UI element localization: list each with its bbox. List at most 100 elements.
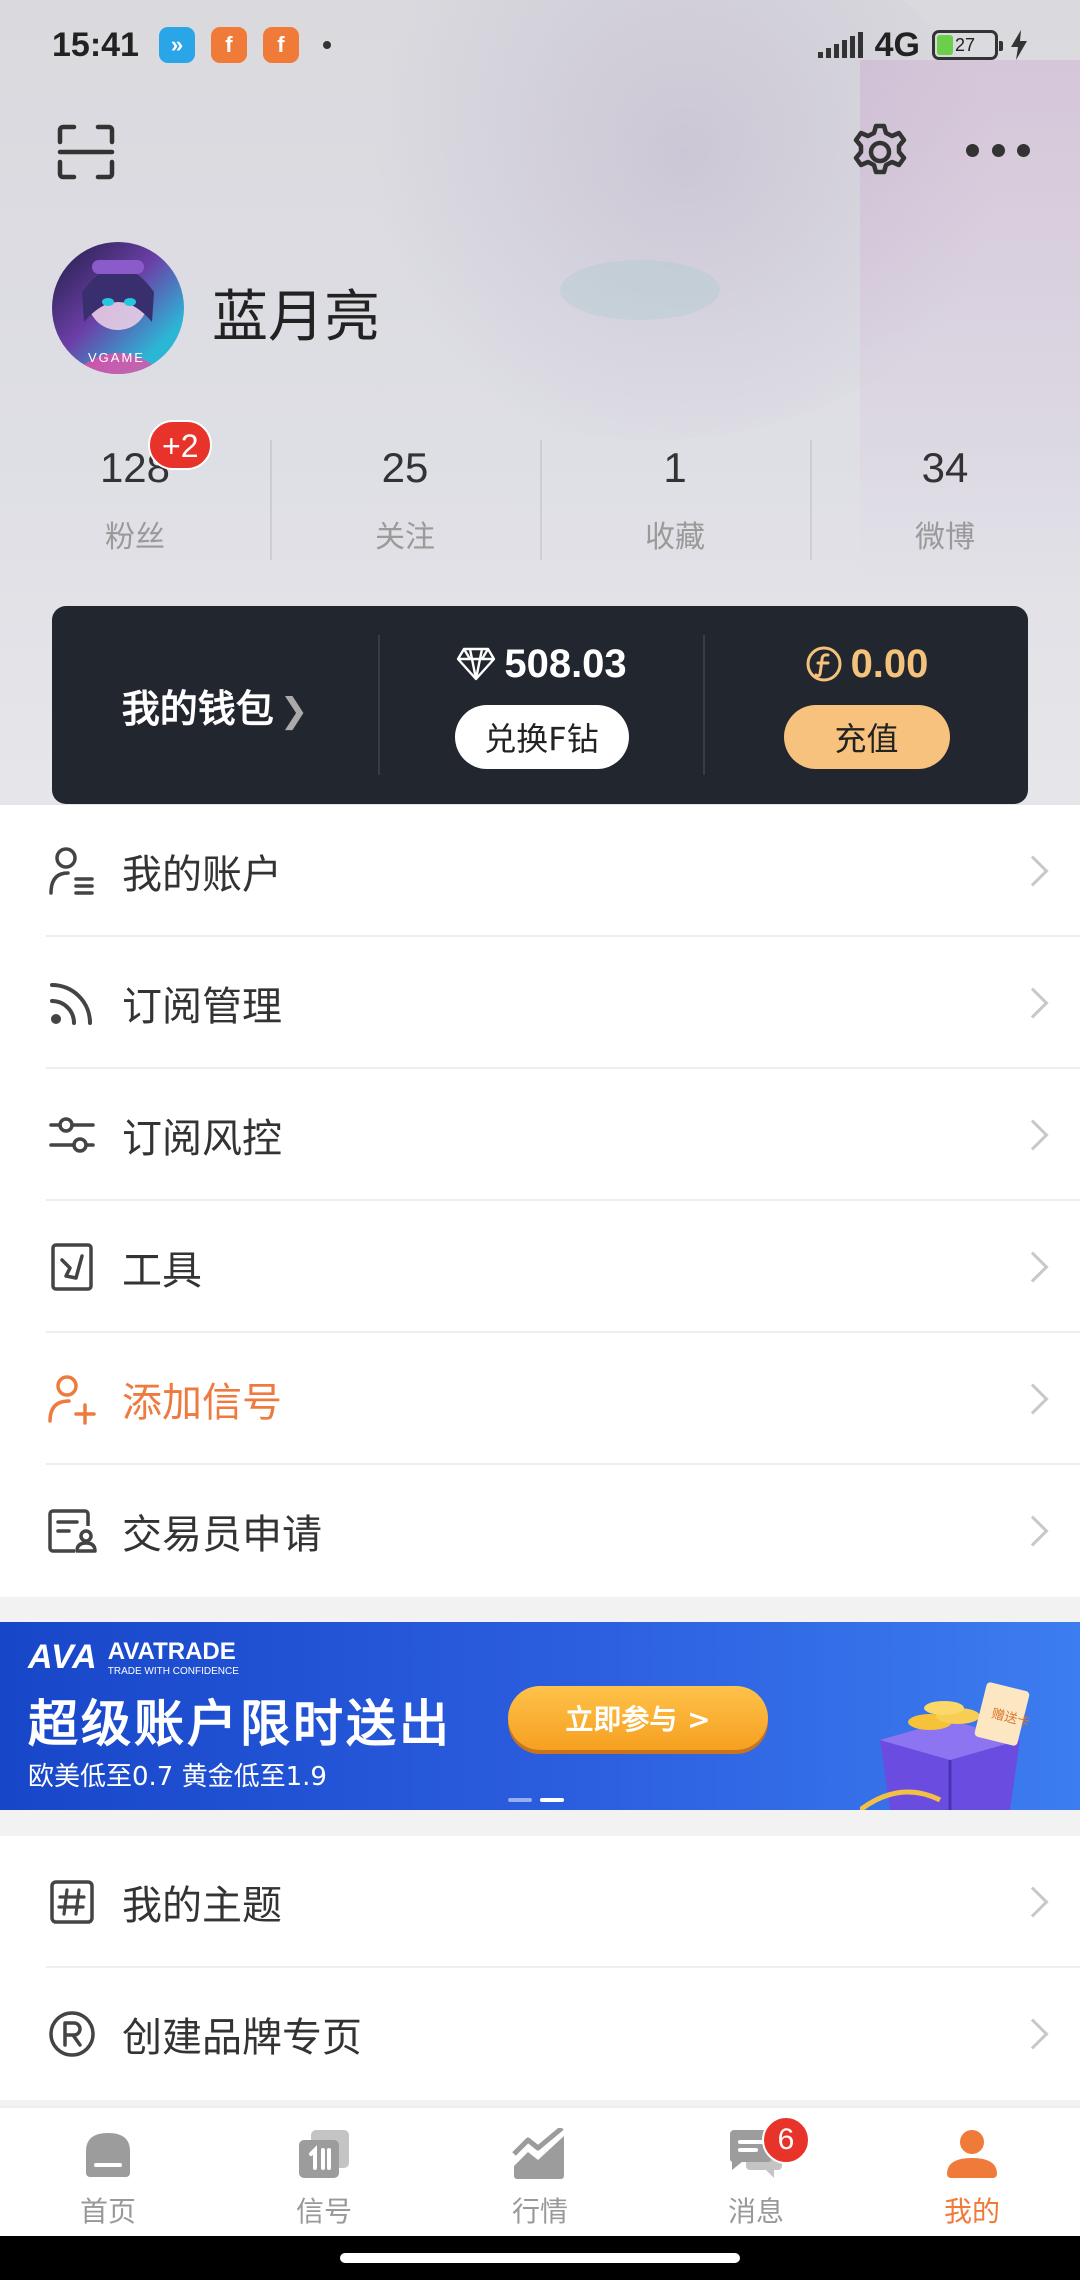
tab-me[interactable]: 我的: [864, 2108, 1080, 2236]
tab-messages[interactable]: 消息 6: [648, 2108, 864, 2236]
menu-label: 创建品牌专页: [122, 2015, 362, 2061]
tab-label: 行情: [511, 2195, 568, 2228]
coin-balance-section: 0.00 充值: [705, 606, 1028, 804]
more-icon[interactable]: [966, 144, 1030, 160]
menu-item-tools[interactable]: 工具: [0, 1201, 1080, 1333]
tab-home[interactable]: 首页: [0, 2108, 216, 2236]
menu-label: 交易员申请: [122, 1512, 322, 1558]
signal-icon: [294, 2126, 354, 2182]
stat-following[interactable]: 25 关注: [270, 430, 540, 570]
battery-level: 27: [954, 34, 976, 55]
trader-apply-icon: [46, 1505, 98, 1557]
charging-icon: [1011, 30, 1027, 60]
menu-item-create-brand-page[interactable]: 创建品牌专页: [0, 1968, 1080, 2100]
menu-item-subscription-risk-control[interactable]: 订阅风控: [0, 1069, 1080, 1201]
chevron-right-icon: [1017, 1251, 1049, 1283]
profile-page: 15:41 » f f 4G 27 VGAME 蓝月亮 128 粉丝 +2 25…: [0, 0, 1080, 2280]
chevron-right-icon: [1017, 1119, 1049, 1151]
menu-list-primary: 我的账户 订阅管理 订阅风控 工具 添加信号 交易员申请: [0, 805, 1080, 1597]
sliders-icon: [46, 1109, 98, 1161]
diamond-balance-section: 508.03 兑换F钻: [380, 606, 703, 804]
tab-label: 消息: [727, 2195, 784, 2228]
chevron-right-icon: [1017, 1515, 1049, 1547]
menu-label: 我的账户: [122, 852, 282, 898]
tab-label: 信号: [295, 2195, 352, 2228]
gift-box-icon: 赠送卡: [860, 1682, 1031, 1810]
rss-icon: [46, 977, 98, 1029]
avatar[interactable]: VGAME: [52, 242, 184, 374]
profile-stats: 128 粉丝 +2 25 关注 1 收藏 34 微博: [0, 420, 1080, 570]
diamond-icon: [457, 647, 496, 681]
banner-subtitle: 欧美低至0.7 黄金低至1.9: [28, 1762, 327, 1792]
menu-item-subscription-management[interactable]: 订阅管理: [0, 937, 1080, 1069]
username: 蓝月亮: [212, 285, 380, 350]
profile-icon: [942, 2126, 1002, 2182]
add-user-icon: [46, 1373, 98, 1425]
home-indicator[interactable]: [340, 2253, 740, 2263]
user-account-icon: [46, 845, 98, 897]
bottom-tab-bar: 首页 信号 行情 消息 6 我的: [0, 2106, 1080, 2236]
menu-item-trader-application[interactable]: 交易员申请: [0, 1465, 1080, 1597]
exchange-button[interactable]: 兑换F钻: [454, 704, 629, 769]
browser-icon: »: [158, 27, 195, 63]
recharge-button[interactable]: 充值: [783, 704, 950, 769]
coin-balance: 0.00: [805, 641, 929, 687]
scan-icon[interactable]: [56, 124, 116, 180]
menu-label: 订阅管理: [122, 984, 282, 1030]
chevron-right-icon: ❯: [279, 690, 309, 731]
menu-item-add-signal[interactable]: 添加信号: [0, 1333, 1080, 1465]
avatrade-logo: AVA AVATRADE TRADE WITH CONFIDENCE: [28, 1638, 239, 1677]
menu-label: 工具: [122, 1248, 202, 1294]
stat-label: 粉丝: [105, 520, 165, 555]
tab-market[interactable]: 行情: [432, 2108, 648, 2236]
stat-label: 收藏: [645, 520, 705, 555]
wallet-link[interactable]: 我的钱包 ❯: [52, 678, 378, 733]
stat-fans[interactable]: 128 粉丝 +2: [0, 420, 270, 570]
notification-dot: [322, 41, 331, 49]
stat-label: 微博: [915, 520, 975, 555]
signal-strength-icon: [817, 32, 863, 58]
menu-item-my-account[interactable]: 我的账户: [0, 805, 1080, 937]
menu-list-secondary: 我的主题 创建品牌专页: [0, 1836, 1080, 2100]
banner-cta-button[interactable]: 立即参与 >: [508, 1686, 768, 1750]
wallet-card: 我的钱包 ❯ 508.03 兑换F钻 0.00 充值: [52, 606, 1028, 804]
menu-label: 订阅风控: [122, 1116, 282, 1162]
gear-icon[interactable]: [850, 122, 910, 182]
tab-label: 首页: [79, 2195, 136, 2228]
diamond-amount: 508.03: [504, 641, 627, 686]
status-bar: 15:41 » f f 4G 27: [0, 0, 1080, 90]
status-time: 15:41: [52, 25, 139, 64]
chevron-right-icon: [1017, 987, 1049, 1019]
menu-label: 添加信号: [122, 1380, 282, 1426]
chart-icon: [510, 2126, 570, 2182]
brand-name: AVATRADE: [107, 1638, 236, 1665]
home-icon: [78, 2126, 138, 2182]
registered-icon: [46, 2008, 98, 2060]
tab-signals[interactable]: 信号: [216, 2108, 432, 2236]
stat-favorites[interactable]: 1 收藏: [540, 430, 810, 570]
message-count-badge: 6: [762, 2116, 810, 2164]
chevron-right-icon: [1017, 1886, 1049, 1918]
stat-value: 34: [921, 444, 969, 491]
menu-label: 我的主题: [122, 1883, 282, 1929]
chevron-right-icon: [1017, 2018, 1049, 2050]
tab-label: 我的: [943, 2195, 1000, 2228]
brand-tagline: TRADE WITH CONFIDENCE: [107, 1666, 239, 1677]
menu-item-my-topics[interactable]: 我的主题: [0, 1836, 1080, 1968]
tool-icon: [46, 1241, 98, 1293]
logo-text: AVATRADE TRADE WITH CONFIDENCE: [108, 1638, 239, 1677]
diamond-balance: 508.03: [456, 641, 627, 687]
banner-title: 超级账户限时送出: [28, 1695, 452, 1753]
app-f-icon: f: [210, 27, 247, 63]
network-type: 4G: [874, 25, 920, 64]
avatar-watermark: VGAME: [88, 350, 145, 365]
stat-label: 关注: [375, 520, 435, 555]
stat-value: 128: [99, 444, 171, 491]
chevron-right-icon: [1017, 1383, 1049, 1415]
logo-mark: AVA: [28, 1638, 98, 1676]
promo-banner[interactable]: AVA AVATRADE TRADE WITH CONFIDENCE 超级账户限…: [0, 1622, 1080, 1810]
stat-posts[interactable]: 34 微博: [810, 430, 1080, 570]
coin-amount: 0.00: [850, 641, 929, 686]
chevron-right-icon: [1017, 855, 1049, 887]
stat-value: 1: [663, 444, 687, 491]
